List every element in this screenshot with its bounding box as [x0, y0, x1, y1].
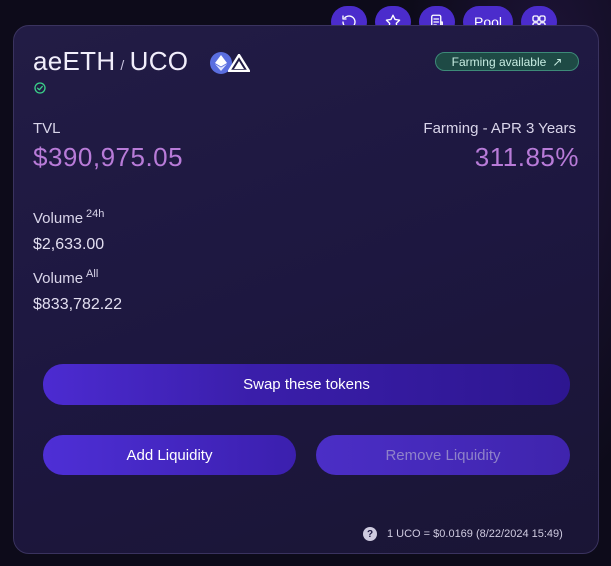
add-liquidity-button[interactable]: Add Liquidity [43, 435, 296, 475]
swap-tokens-button[interactable]: Swap these tokens [43, 364, 570, 405]
tvl-label: TVL [33, 120, 61, 137]
token-icons [210, 52, 250, 74]
volume-all-value: $833,782.22 [33, 296, 122, 313]
farming-apr-label: Farming - APR 3 Years [423, 120, 576, 137]
pair-title: aeETH / UCO [33, 46, 188, 77]
volume-24h-label: Volume 24h [33, 208, 104, 227]
volume-24h-value: $2,633.00 [33, 236, 105, 253]
token-b-symbol: UCO [129, 46, 189, 76]
farming-apr-value: 311.85% [474, 142, 579, 172]
token-a-symbol: aeETH [33, 46, 116, 76]
tvl-value: $390,975.05 [33, 142, 184, 172]
uco-token-icon [228, 52, 250, 74]
remove-liquidity-button[interactable]: Remove Liquidity [316, 435, 570, 475]
volume-all-label: Volume All [33, 268, 98, 287]
volume-24h-text: Volume [33, 210, 84, 227]
farming-available-badge[interactable]: Farming available ↗ [435, 52, 579, 71]
verified-check-icon [34, 82, 46, 94]
price-footer: ? 1 UCO = $0.0169 (8/22/2024 15:49) [363, 527, 563, 541]
farming-badge-label: Farming available [451, 54, 547, 69]
help-icon[interactable]: ? [363, 527, 377, 541]
volume-all-suffix: All [86, 268, 99, 280]
volume-all-text: Volume [33, 270, 84, 287]
volume-24h-suffix: 24h [86, 208, 105, 220]
uco-price-text: 1 UCO = $0.0169 (8/22/2024 15:49) [387, 528, 563, 540]
pair-separator: / [120, 57, 125, 73]
arrow-up-right-icon: ↗ [552, 54, 563, 69]
